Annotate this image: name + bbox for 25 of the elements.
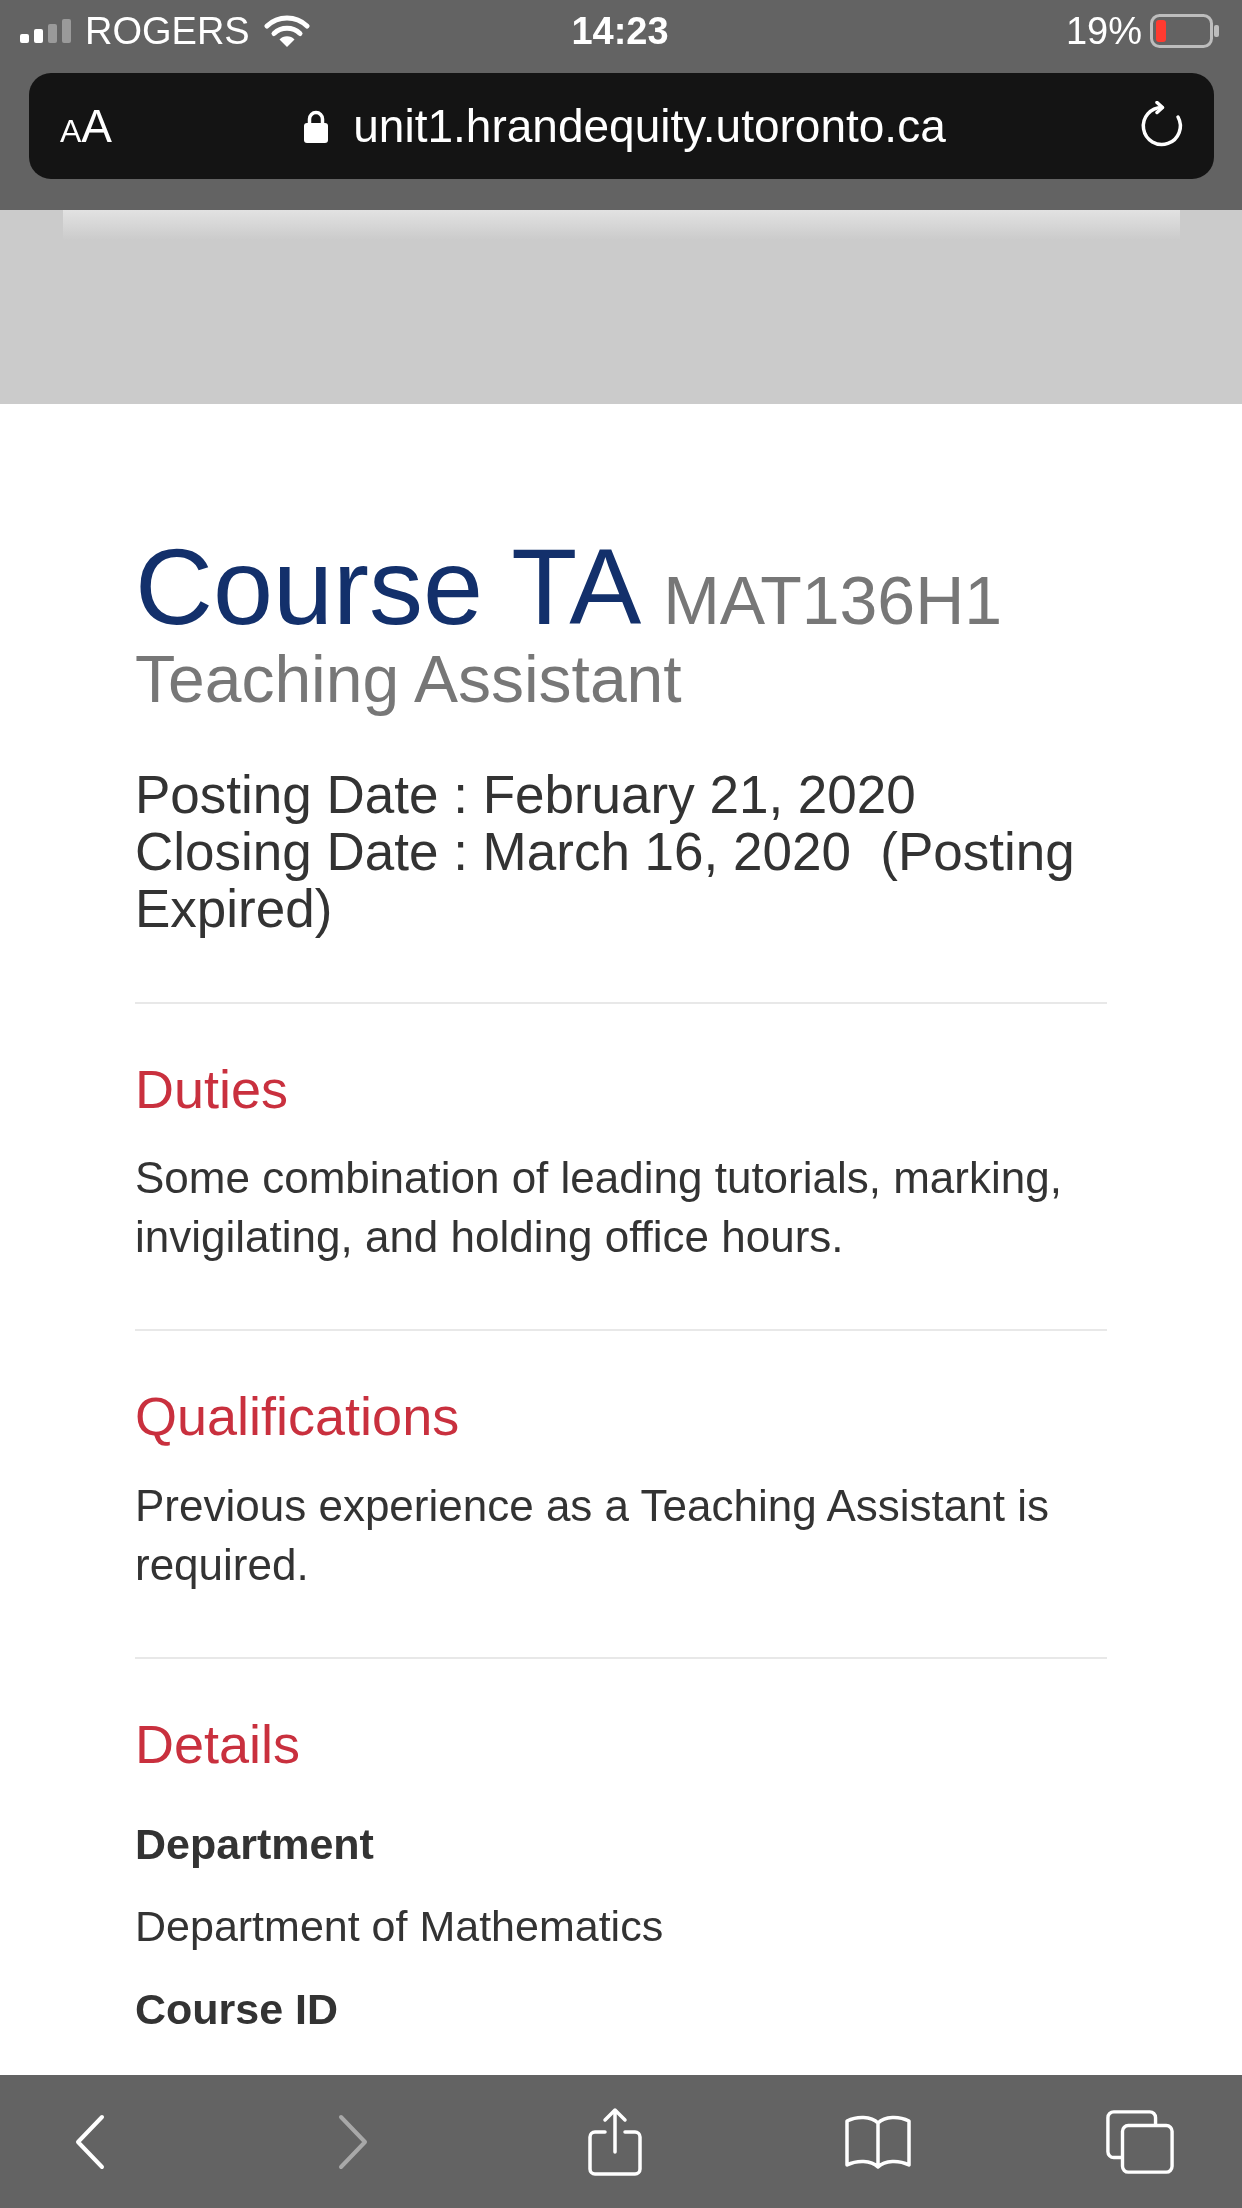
field-value: Department of Mathematics [135, 1900, 665, 1952]
address-bar[interactable]: AA unit1.hrandequity.utoronto.ca [29, 73, 1214, 179]
section-heading: Details [135, 1714, 302, 1775]
wifi-icon [263, 14, 310, 48]
section-heading: Qualifications [135, 1387, 461, 1447]
field-label: Course ID [135, 1984, 340, 2036]
forward-icon [336, 2113, 369, 2170]
back-icon [74, 2113, 106, 2170]
signal-icon [20, 19, 72, 43]
share-icon [586, 2105, 644, 2178]
battery-icon [1150, 14, 1220, 48]
section-text: Previous experience as a Teaching Assistant is required. [135, 1479, 1050, 1591]
tabs-icon [1105, 2107, 1175, 2176]
text-size-button[interactable]: AA [60, 99, 113, 153]
course-code: MAT136H1 [663, 562, 1003, 638]
clock-time: 14:23 [571, 9, 669, 53]
carrier-name: ROGERS [85, 9, 250, 53]
date-text: Closing Date : March 16, 2020 (Posting Expired) [135, 823, 1076, 937]
battery-percent: 19% [1065, 9, 1142, 53]
field-label: Department [135, 1819, 375, 1871]
section-heading: Duties [135, 1060, 290, 1120]
date-text: Posting Date : February 21, 2020 [135, 766, 917, 823]
section-text: Some combination of leading tutorials, marking, invigilating, and holding office hours. [135, 1152, 1063, 1264]
url-text[interactable]: unit1.hrandequity.utoronto.ca [353, 99, 946, 153]
job-title: Course TA [135, 526, 642, 647]
